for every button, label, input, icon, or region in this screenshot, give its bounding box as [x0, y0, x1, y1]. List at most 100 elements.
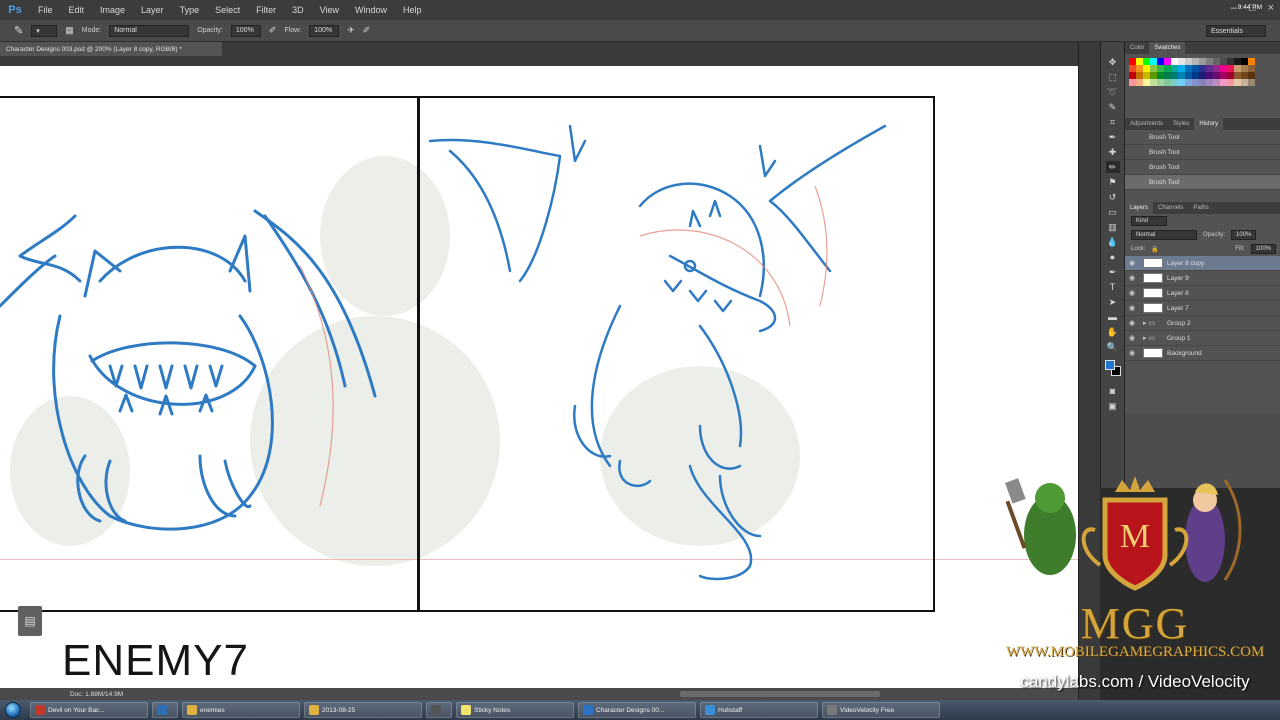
history-item[interactable]: Brush Tool: [1125, 130, 1280, 145]
swatch[interactable]: [1234, 65, 1241, 72]
history-item[interactable]: Brush Tool: [1125, 145, 1280, 160]
zoom-tool-icon[interactable]: 🔍: [1106, 341, 1120, 353]
document-tab[interactable]: Character Designs 003.psd @ 200% (Layer …: [0, 42, 222, 56]
layer-kind-filter[interactable]: Kind: [1131, 216, 1167, 226]
layer-row[interactable]: ◉ Layer 7: [1125, 301, 1280, 316]
swatch[interactable]: [1227, 79, 1234, 86]
gradient-tool-icon[interactable]: ▥: [1106, 221, 1120, 233]
swatch[interactable]: [1199, 72, 1206, 79]
swatch[interactable]: [1241, 79, 1248, 86]
swatch[interactable]: [1199, 58, 1206, 65]
visibility-eye-icon[interactable]: ◉: [1129, 349, 1139, 357]
swatch[interactable]: [1157, 58, 1164, 65]
swatch[interactable]: [1143, 58, 1150, 65]
scroll-icon[interactable]: ▤: [18, 606, 42, 636]
swatch[interactable]: [1157, 65, 1164, 72]
swatch[interactable]: [1143, 65, 1150, 72]
tab-layers[interactable]: Layers: [1125, 202, 1154, 214]
swatch[interactable]: [1171, 79, 1178, 86]
swatch[interactable]: [1220, 58, 1227, 65]
swatch[interactable]: [1206, 79, 1213, 86]
history-brush-tool-icon[interactable]: ↺: [1106, 191, 1120, 203]
tab-swatches[interactable]: Swatches: [1149, 42, 1186, 54]
close-button[interactable]: ×: [1268, 2, 1274, 14]
visibility-eye-icon[interactable]: ◉: [1129, 334, 1139, 342]
swatch[interactable]: [1248, 58, 1255, 65]
tab-history[interactable]: History: [1194, 118, 1224, 130]
menu-select[interactable]: Select: [207, 5, 248, 15]
swatch[interactable]: [1171, 72, 1178, 79]
layer-row[interactable]: ◉ Background: [1125, 346, 1280, 361]
brush-preset-icon[interactable]: ✎: [14, 24, 23, 37]
swatch[interactable]: [1178, 65, 1185, 72]
swatch[interactable]: [1129, 79, 1136, 86]
tab-styles[interactable]: Styles: [1168, 118, 1194, 130]
swatch[interactable]: [1248, 65, 1255, 72]
swatch[interactable]: [1192, 72, 1199, 79]
taskbar-item[interactable]: Character Designs 00...: [578, 702, 696, 718]
swatch[interactable]: [1234, 58, 1241, 65]
mode-select[interactable]: Normal: [109, 24, 190, 37]
eraser-tool-icon[interactable]: ▭: [1106, 206, 1120, 218]
swatch[interactable]: [1234, 72, 1241, 79]
quick-select-tool-icon[interactable]: ✎: [1106, 101, 1120, 113]
swatch[interactable]: [1227, 65, 1234, 72]
lasso-tool-icon[interactable]: ➰: [1106, 86, 1120, 98]
swatch[interactable]: [1150, 72, 1157, 79]
menu-window[interactable]: Window: [347, 5, 395, 15]
brush-panel-icon[interactable]: ▦: [65, 25, 74, 36]
layer-row[interactable]: ◉ Layer 8: [1125, 286, 1280, 301]
taskbar-item[interactable]: [426, 702, 452, 718]
swatch[interactable]: [1136, 58, 1143, 65]
swatch[interactable]: [1171, 65, 1178, 72]
swatch[interactable]: [1199, 79, 1206, 86]
blend-mode-select[interactable]: Normal: [1131, 230, 1197, 240]
type-tool-icon[interactable]: T: [1106, 281, 1120, 293]
swatch[interactable]: [1150, 65, 1157, 72]
swatch[interactable]: [1164, 58, 1171, 65]
swatch[interactable]: [1213, 79, 1220, 86]
shape-tool-icon[interactable]: ▬: [1106, 311, 1120, 323]
hand-tool-icon[interactable]: ✋: [1106, 326, 1120, 338]
swatch[interactable]: [1185, 79, 1192, 86]
swatch[interactable]: [1164, 72, 1171, 79]
flow-input[interactable]: 100%: [309, 24, 340, 37]
menu-edit[interactable]: Edit: [61, 5, 93, 15]
layer-fill-input[interactable]: 100%: [1250, 244, 1276, 254]
swatch[interactable]: [1185, 72, 1192, 79]
history-item[interactable]: Brush Tool: [1125, 175, 1280, 190]
menu-file[interactable]: File: [30, 5, 61, 15]
swatch[interactable]: [1129, 65, 1136, 72]
swatch[interactable]: [1206, 72, 1213, 79]
opacity-input[interactable]: 100%: [230, 24, 261, 37]
tab-adjustments[interactable]: Adjustments: [1125, 118, 1168, 130]
blur-tool-icon[interactable]: 💧: [1106, 236, 1120, 248]
canvas[interactable]: ▤ ENEMY7: [0, 66, 1078, 688]
screen-mode-icon[interactable]: ▣: [1106, 400, 1120, 412]
quick-mask-icon[interactable]: ◙: [1106, 385, 1120, 397]
airbrush-icon[interactable]: ✈: [347, 25, 355, 36]
swatch[interactable]: [1164, 79, 1171, 86]
tab-paths[interactable]: Paths: [1188, 202, 1213, 214]
swatch[interactable]: [1150, 79, 1157, 86]
healing-tool-icon[interactable]: ✚: [1106, 146, 1120, 158]
taskbar-item[interactable]: Hubstaff: [700, 702, 818, 718]
taskbar-item[interactable]: Sticky Notes: [456, 702, 574, 718]
marquee-tool-icon[interactable]: ⬚: [1106, 71, 1120, 83]
menu-filter[interactable]: Filter: [248, 5, 284, 15]
path-select-tool-icon[interactable]: ➤: [1106, 296, 1120, 308]
swatch[interactable]: [1171, 58, 1178, 65]
swatch[interactable]: [1143, 79, 1150, 86]
dodge-tool-icon[interactable]: ●: [1106, 251, 1120, 263]
swatch[interactable]: [1192, 58, 1199, 65]
swatch[interactable]: [1206, 58, 1213, 65]
swatch[interactable]: [1157, 79, 1164, 86]
move-tool-icon[interactable]: ✥: [1106, 56, 1120, 68]
swatch[interactable]: [1199, 65, 1206, 72]
swatch[interactable]: [1248, 72, 1255, 79]
swatch[interactable]: [1129, 58, 1136, 65]
horizontal-scrollbar[interactable]: [680, 691, 880, 697]
swatch[interactable]: [1178, 79, 1185, 86]
swatch[interactable]: [1185, 58, 1192, 65]
brush-size-picker[interactable]: ▾: [31, 24, 58, 37]
